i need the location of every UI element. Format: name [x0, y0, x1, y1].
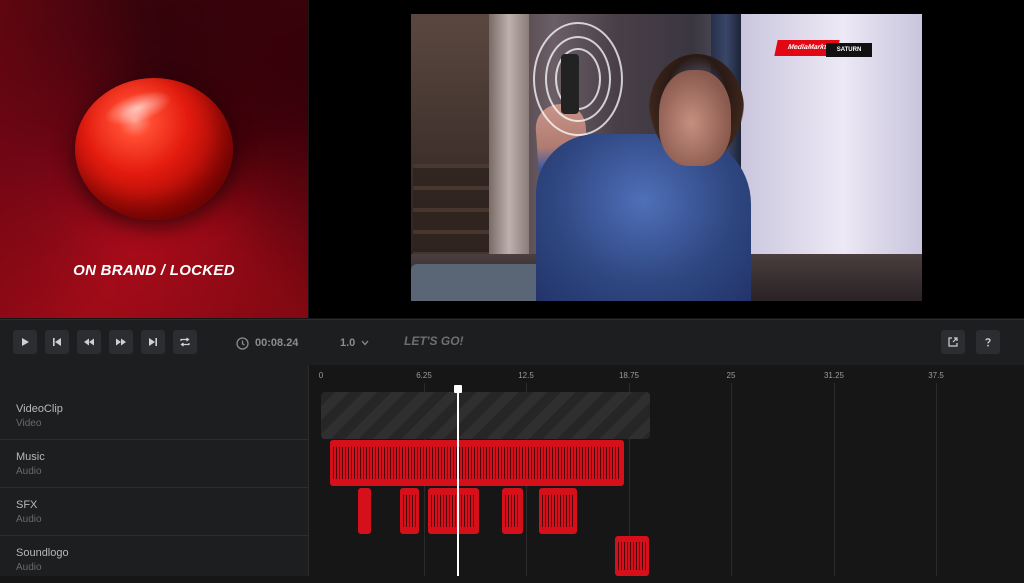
track-name: Soundlogo — [16, 547, 69, 559]
waveform — [333, 446, 621, 480]
scene-sofa — [411, 264, 551, 301]
ruler-tick-label: 18.75 — [618, 371, 640, 380]
clock-icon — [236, 336, 249, 350]
saturn-logo: SATURN — [826, 43, 872, 57]
skip-start-icon — [53, 338, 61, 346]
play-icon — [22, 338, 29, 346]
ruler-tick-label: 25 — [726, 371, 736, 380]
external-link-icon — [948, 337, 958, 347]
ruler-tick-label: 12.5 — [518, 371, 534, 380]
rewind-icon — [84, 338, 94, 346]
timecode-value: 00:08.24 — [255, 337, 299, 349]
track-type: Video — [16, 418, 42, 429]
sfx-clip[interactable] — [539, 488, 577, 534]
playhead[interactable] — [457, 385, 459, 576]
loop-icon — [180, 337, 190, 347]
waveform — [403, 494, 416, 528]
track-row-videoclip[interactable]: VideoClip Video — [0, 391, 308, 440]
help-button[interactable] — [976, 330, 1000, 354]
waveform — [505, 494, 520, 528]
transport-toolbar: 00:08.24 1.0 LET'S GO! — [0, 319, 1024, 366]
soundlogo-clip[interactable] — [615, 536, 649, 576]
brand-preview-panel: ON BRAND / LOCKED — [0, 0, 308, 318]
scene-shelf — [413, 164, 498, 264]
gridline — [731, 383, 732, 576]
video-clip[interactable] — [321, 392, 650, 439]
phone — [561, 54, 579, 114]
track-row-sfx[interactable]: SFX Audio — [0, 487, 308, 536]
track-list: VideoClip Video Music Audio SFX Audio So… — [0, 365, 309, 576]
chevron-down-icon — [361, 340, 369, 346]
track-row-music[interactable]: Music Audio — [0, 439, 308, 488]
speed-value: 1.0 — [340, 337, 356, 349]
person-sweater — [536, 134, 751, 301]
playhead-handle[interactable] — [454, 385, 462, 393]
sfx-clip[interactable] — [358, 488, 371, 534]
timeline-area[interactable]: 0 6.25 12.5 18.75 25 31.25 37.5 — [309, 365, 1024, 576]
skip-to-end-button[interactable] — [141, 330, 165, 354]
sfx-clip[interactable] — [428, 488, 479, 534]
loop-button[interactable] — [173, 330, 197, 354]
ruler-tick-label: 6.25 — [416, 371, 432, 380]
gridline — [834, 383, 835, 576]
music-clip[interactable] — [330, 440, 624, 486]
ruler-tick-label: 37.5 — [928, 371, 944, 380]
skip-to-start-button[interactable] — [45, 330, 69, 354]
track-name: SFX — [16, 499, 38, 511]
waveform — [618, 542, 646, 570]
red-ball-graphic — [75, 78, 233, 220]
ruler-tick-label: 31.25 — [823, 371, 845, 380]
fast-forward-icon — [116, 338, 126, 346]
ruler-tick-label: 0 — [318, 371, 324, 380]
play-button[interactable] — [13, 330, 37, 354]
sfx-clip[interactable] — [502, 488, 523, 534]
skip-end-icon — [149, 338, 157, 346]
track-type: Audio — [16, 466, 42, 477]
brand-logo: MediaMarkt SATURN — [774, 40, 872, 58]
video-frame[interactable]: MediaMarkt SATURN — [411, 14, 922, 301]
question-mark-icon — [985, 338, 991, 347]
track-name: VideoClip — [16, 403, 63, 415]
sfx-clip[interactable] — [400, 488, 419, 534]
track-type: Audio — [16, 562, 42, 573]
waveform — [542, 494, 574, 528]
track-type: Audio — [16, 514, 42, 525]
speed-select[interactable]: 1.0 — [340, 333, 369, 353]
waveform — [431, 494, 476, 528]
gridline — [936, 383, 937, 576]
person-head — [659, 70, 731, 166]
brand-caption: ON BRAND / LOCKED — [73, 262, 235, 279]
export-button[interactable] — [941, 330, 965, 354]
timecode-display: 00:08.24 — [236, 333, 298, 353]
fast-forward-button[interactable] — [109, 330, 133, 354]
track-name: Music — [16, 451, 45, 463]
rewind-button[interactable] — [77, 330, 101, 354]
lets-go-label: LET'S GO! — [404, 334, 464, 348]
